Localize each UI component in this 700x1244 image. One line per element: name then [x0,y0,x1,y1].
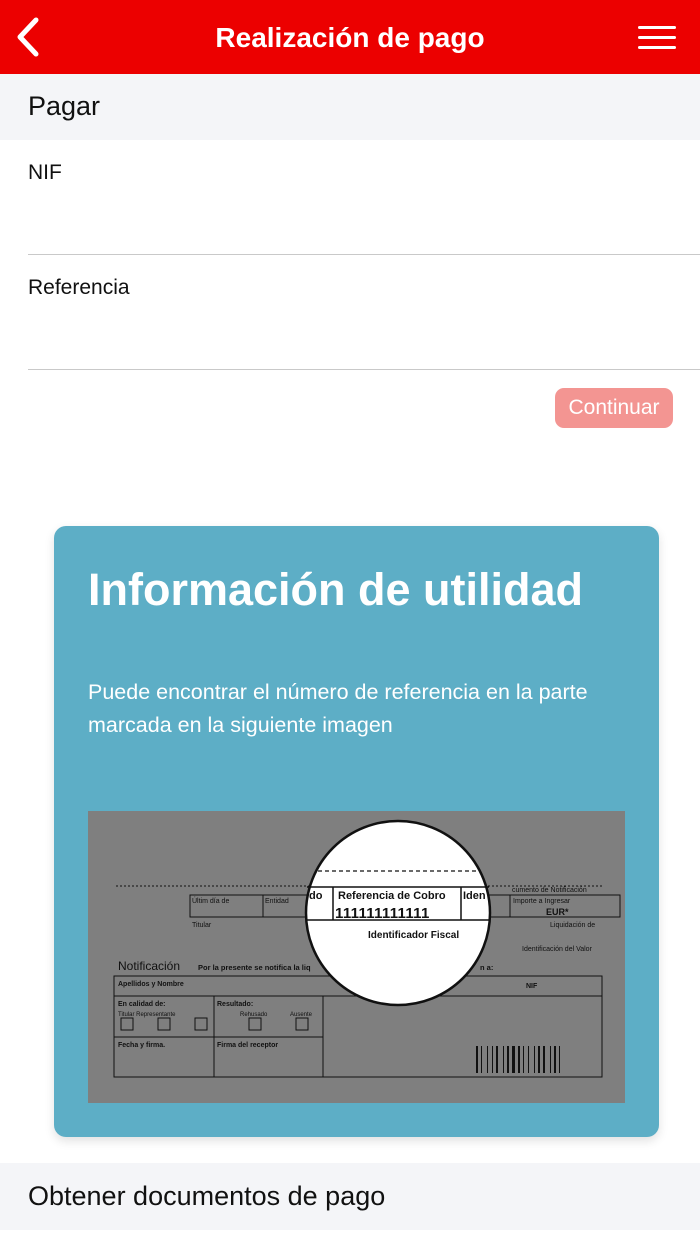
nif-label: NIF [28,161,62,184]
nif-input[interactable] [28,201,668,241]
back-button[interactable] [12,16,46,58]
currency-label: EUR* [546,907,569,917]
value-id-label: Identificación del Valor [522,946,593,953]
reference-location-image: Últim día de Entidad cumento de Notifica… [88,811,625,1103]
amount-label: Importe a Ingresar [513,898,571,905]
nif-doc-label: NIF [526,983,538,990]
lens-reference-label: Referencia de Cobro [338,890,446,902]
menu-button[interactable] [636,22,680,54]
capacity-label: En calidad de: [118,1001,165,1008]
refused-label: Rehusado [240,1012,268,1018]
notification-doc-label: cumento de Notificación [512,887,587,894]
lens-left-fragment: do [309,890,323,902]
hamburger-menu-icon [638,36,676,39]
info-card-title: Información de utilidad [88,564,584,615]
result-label: Resultado: [217,1001,253,1008]
barcode-icon [476,1046,560,1073]
pay-section-header: Pagar [0,74,700,140]
receiver-sign-label: Firma del receptor [217,1042,278,1049]
names-label: Apellidos y Nombre [118,981,184,988]
payment-documents-title: Obtener documentos de pago [28,1181,386,1211]
notification-text-end: n a: [480,963,493,972]
last-day-label: Últim día de [192,896,229,905]
pay-section-title: Pagar [28,91,101,121]
entity-label: Entidad [265,898,289,905]
continue-button[interactable]: Continuar [555,388,673,428]
lens-fiscal-label: Identificador Fiscal [368,930,459,941]
hamburger-menu-icon [638,26,676,29]
info-card-text: Puede encontrar el número de referencia … [88,680,588,737]
holder-rep-label: Titular Representante [118,1012,176,1018]
reference-input[interactable] [28,316,668,356]
reference-field: Referencia [28,256,700,370]
date-sign-label: Fecha y firma. [118,1042,165,1049]
chevron-left-icon [17,17,39,57]
top-app-bar: Realización de pago [0,0,700,74]
lens-reference-number: 111111111111 [335,905,430,922]
payment-document-illustration: Últim día de Entidad cumento de Notifica… [113,819,621,1078]
liquidation-label: Liquidación de [550,922,595,929]
payment-documents-section-header[interactable]: Obtener documentos de pago [0,1163,700,1230]
absent-label: Ausente [290,1012,313,1018]
info-card: Información de utilidad Puede encontrar … [54,526,659,1137]
lens-right-fragment: Iden [463,890,486,902]
notification-title: Notificación [118,959,180,973]
reference-label: Referencia [28,276,130,299]
page-title: Realización de pago [215,22,485,53]
nif-field: NIF [28,141,700,255]
holder-label: Titular [192,922,212,929]
hamburger-menu-icon [638,46,676,49]
notification-text: Por la presente se notifica la liq [198,963,311,972]
